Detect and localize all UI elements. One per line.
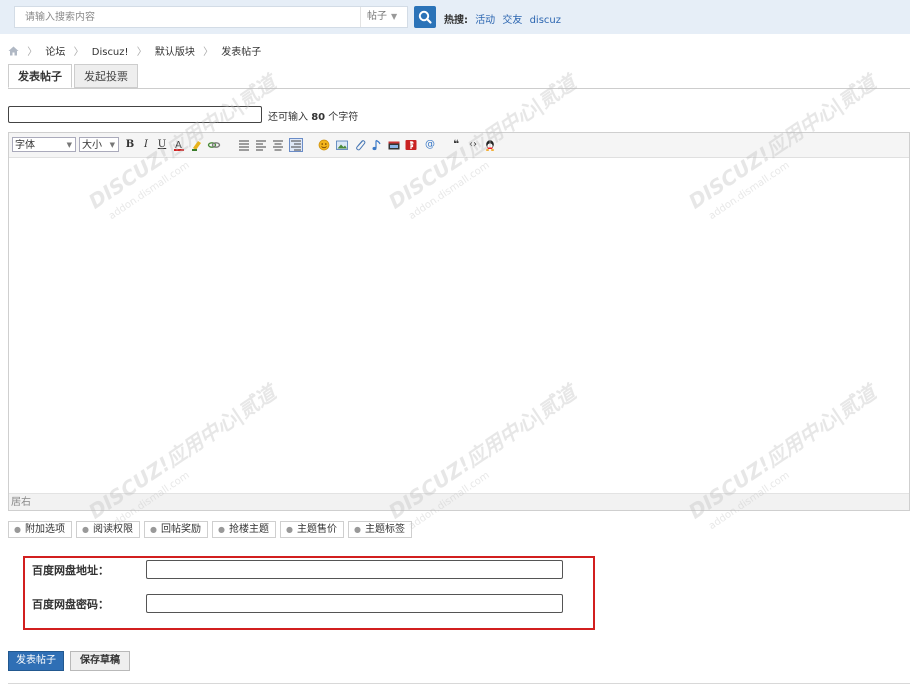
subject-hint-prefix: 还可输入 <box>268 112 308 123</box>
audio-icon[interactable] <box>370 138 384 152</box>
search-type-label: 帖子 <box>367 11 387 22</box>
dot-icon: ● <box>82 525 89 534</box>
editor-toolbar: 字体 ▼ 大小 ▼ B I U A @ ❝ ‹› <box>9 133 909 158</box>
align-left-icon[interactable] <box>237 138 251 152</box>
qq-icon[interactable] <box>483 138 497 152</box>
emoji-icon[interactable] <box>317 138 331 152</box>
option-floor-grab-label: 抢楼主题 <box>228 524 269 535</box>
search-button[interactable] <box>414 6 436 28</box>
top-search-bar: 帖子 ▼ 热搜: 活动 交友 discuz <box>0 0 910 34</box>
chevron-down-icon: ▼ <box>391 12 398 21</box>
flash-icon[interactable] <box>404 138 418 152</box>
tab-start-poll[interactable]: 发起投票 <box>74 64 138 88</box>
breadcrumb-current: 发表帖子 <box>221 47 262 58</box>
font-family-select-label: 字体 <box>15 140 35 151</box>
option-read-permission-label: 阅读权限 <box>92 524 133 535</box>
highlight-icon[interactable] <box>190 138 204 152</box>
editor-status-text: 居右 <box>11 497 31 508</box>
hot-link-discuz[interactable]: discuz <box>530 15 561 26</box>
subject-input[interactable] <box>8 106 262 123</box>
chevron-down-icon: ▼ <box>66 141 72 149</box>
hot-link-activity[interactable]: 活动 <box>475 15 495 26</box>
breadcrumb-discuz[interactable]: Discuz! <box>92 47 129 58</box>
subject-char-hint: 还可输入 80 个字符 <box>268 108 358 123</box>
bottom-divider <box>8 683 910 684</box>
dot-icon: ● <box>14 525 21 534</box>
option-thread-tags-label: 主题标签 <box>364 524 405 535</box>
baidu-url-label: 百度网盘地址： <box>32 564 109 577</box>
font-size-select-label: 大小 <box>82 140 102 151</box>
post-editor: 字体 ▼ 大小 ▼ B I U A @ ❝ ‹› 居右 <box>8 132 910 511</box>
post-thread-button[interactable]: 发表帖子 <box>8 651 64 671</box>
dot-icon: ● <box>150 525 157 534</box>
option-additional-label: 附加选项 <box>24 524 65 535</box>
align-right-icon[interactable] <box>271 138 285 152</box>
italic-icon[interactable]: I <box>139 138 153 152</box>
chevron-down-icon: ▼ <box>109 141 115 149</box>
attachment-icon[interactable] <box>353 138 367 152</box>
breadcrumb-separator: 〉 <box>73 47 84 58</box>
option-additional[interactable]: ● 附加选项 <box>8 521 72 538</box>
hot-link-friends[interactable]: 交友 <box>502 15 522 26</box>
editor-content-area[interactable] <box>9 158 909 493</box>
option-floor-grab[interactable]: ● 抢楼主题 <box>212 521 276 538</box>
mention-icon[interactable]: @ <box>423 138 437 152</box>
tab-divider <box>8 88 910 89</box>
subject-hint-count: 80 <box>311 112 326 123</box>
link-icon[interactable] <box>207 138 221 152</box>
save-draft-button[interactable]: 保存草稿 <box>70 651 130 671</box>
option-reply-reward[interactable]: ● 回帖奖励 <box>144 521 208 538</box>
breadcrumb: 〉 论坛 〉 Discuz! 〉 默认版块 〉 发表帖子 <box>8 43 261 58</box>
home-icon[interactable] <box>8 46 19 56</box>
search-input[interactable] <box>15 7 365 27</box>
search-box: 帖子 ▼ <box>14 6 408 28</box>
baidu-url-input[interactable] <box>146 560 563 579</box>
hot-search: 热搜: 活动 交友 discuz <box>444 11 565 26</box>
editor-statusbar: 居右 <box>9 493 909 510</box>
search-icon <box>418 10 432 24</box>
baidu-password-input[interactable] <box>146 594 563 613</box>
align-center-icon[interactable] <box>254 138 268 152</box>
underline-icon[interactable]: U <box>155 138 169 152</box>
subject-hint-suffix: 个字符 <box>328 112 359 123</box>
option-read-permission[interactable]: ● 阅读权限 <box>76 521 140 538</box>
image-icon[interactable] <box>335 138 349 152</box>
font-family-select[interactable]: 字体 ▼ <box>12 137 76 152</box>
code-icon[interactable]: ‹› <box>466 138 480 152</box>
tab-post-thread[interactable]: 发表帖子 <box>8 64 72 88</box>
breadcrumb-forum[interactable]: 论坛 <box>45 47 65 58</box>
breadcrumb-default-board[interactable]: 默认版块 <box>155 47 195 58</box>
align-justify-icon[interactable] <box>289 138 303 152</box>
option-thread-price-label: 主题售价 <box>296 524 337 535</box>
font-color-icon[interactable]: A <box>172 138 186 152</box>
option-reply-reward-label: 回帖奖励 <box>160 524 201 535</box>
bold-icon[interactable]: B <box>123 138 137 152</box>
dot-icon: ● <box>218 525 225 534</box>
breadcrumb-separator: 〉 <box>203 47 214 58</box>
dot-icon: ● <box>286 525 293 534</box>
hot-search-label: 热搜: <box>444 15 468 26</box>
font-size-select[interactable]: 大小 ▼ <box>79 137 119 152</box>
quote-icon[interactable]: ❝ <box>449 138 463 152</box>
video-icon[interactable] <box>387 138 401 152</box>
option-thread-price[interactable]: ● 主题售价 <box>280 521 344 538</box>
breadcrumb-separator: 〉 <box>27 47 38 58</box>
option-thread-tags[interactable]: ● 主题标签 <box>348 521 412 538</box>
baidu-password-label: 百度网盘密码： <box>32 598 109 611</box>
breadcrumb-separator: 〉 <box>136 47 147 58</box>
dot-icon: ● <box>354 525 361 534</box>
search-type-dropdown[interactable]: 帖子 ▼ <box>360 7 408 27</box>
